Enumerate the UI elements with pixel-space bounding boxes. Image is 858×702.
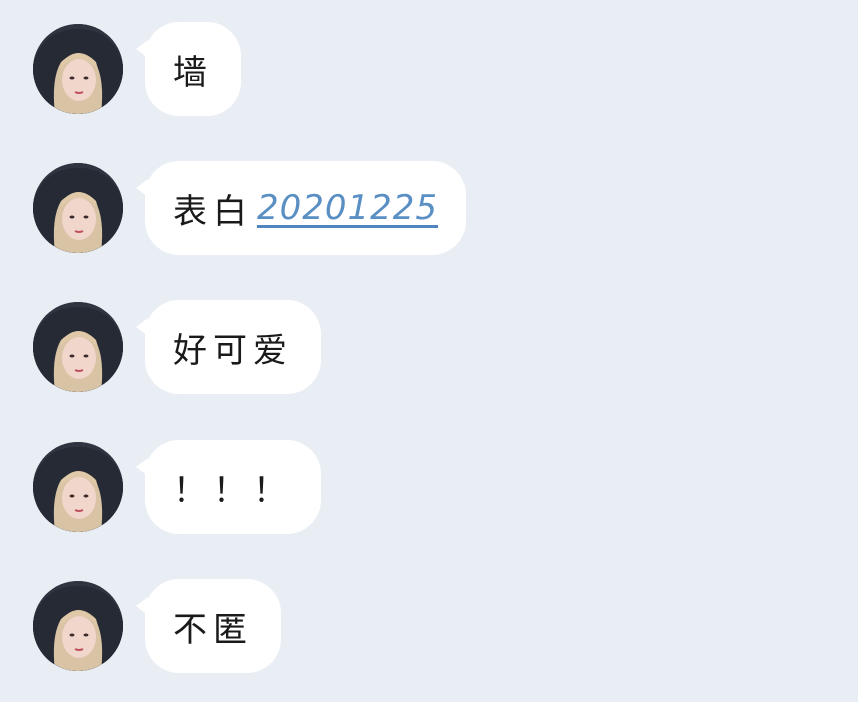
message-text: 表白 — [173, 191, 253, 232]
message-bubble[interactable]: 好可爱 — [145, 300, 321, 394]
chat-message: ！！！ — [33, 440, 321, 534]
avatar[interactable] — [33, 442, 123, 532]
bubble-tail — [136, 318, 148, 336]
chat-message: 墙 — [33, 22, 241, 116]
avatar[interactable] — [33, 302, 123, 392]
message-text: 墙 — [173, 52, 213, 93]
bubble-tail — [136, 179, 148, 197]
chat-message: 表白 20201225 — [33, 161, 467, 255]
chat-message: 好可爱 — [33, 300, 321, 394]
avatar-girl-hood-icon — [33, 581, 123, 671]
message-bubble[interactable]: 表白 20201225 — [145, 161, 467, 255]
chat-message: 不匿 — [33, 579, 281, 673]
message-bubble[interactable]: 墙 — [145, 22, 241, 116]
avatar-girl-hood-icon — [33, 302, 123, 392]
avatar-girl-hood-icon — [33, 442, 123, 532]
bubble-tail — [136, 458, 148, 476]
bubble-tail — [136, 597, 148, 615]
message-text: 好可爱 — [173, 330, 293, 371]
message-bubble[interactable]: ！！！ — [145, 440, 321, 534]
message-text: ！！！ — [173, 470, 293, 511]
avatar-girl-hood-icon — [33, 24, 123, 114]
message-text: 不匿 — [173, 609, 253, 650]
avatar[interactable] — [33, 163, 123, 253]
avatar[interactable] — [33, 24, 123, 114]
message-bubble[interactable]: 不匿 — [145, 579, 281, 673]
message-link[interactable]: 20201225 — [257, 188, 438, 228]
avatar-girl-hood-icon — [33, 163, 123, 253]
chat-thread: 墙 表白 20201225 好可爱 ！！！ 不匿 — [0, 0, 858, 702]
avatar[interactable] — [33, 581, 123, 671]
bubble-tail — [136, 40, 148, 58]
